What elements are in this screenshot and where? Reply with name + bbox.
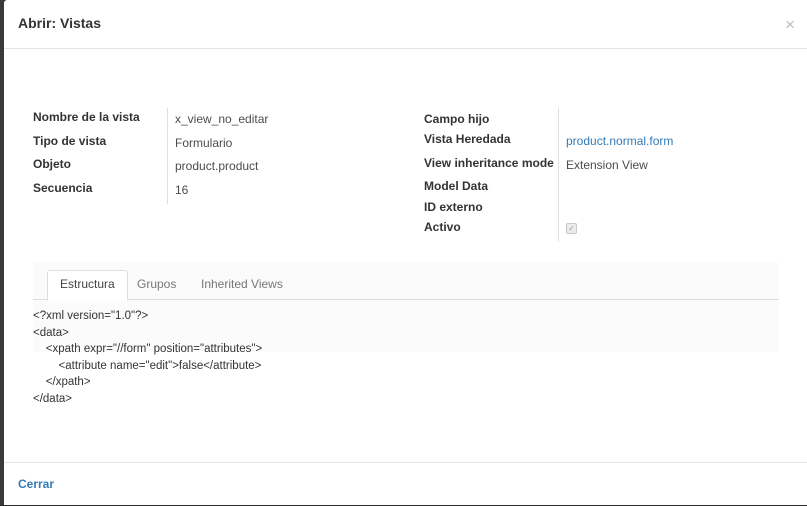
close-icon[interactable]: × bbox=[785, 16, 795, 34]
field-label-child-field: Campo hijo bbox=[424, 112, 490, 126]
field-value-inherited-view-link[interactable]: product.normal.form bbox=[566, 134, 673, 148]
tab-estructura[interactable]: Estructura bbox=[47, 270, 128, 301]
code-line: <?xml version="1.0"?> bbox=[33, 310, 149, 322]
arch-code-editor[interactable]: <?xml version="1.0"?> <data> <xpath expr… bbox=[33, 308, 262, 408]
close-button[interactable]: Cerrar bbox=[18, 477, 54, 491]
tabs-border bbox=[33, 299, 779, 300]
field-label-inherited-view: Vista Heredada bbox=[424, 132, 511, 146]
field-label-object: Objeto bbox=[33, 157, 71, 171]
code-line: <xpath expr="//form" position="attribute… bbox=[33, 343, 263, 356]
active-checkbox[interactable]: ✓ bbox=[566, 223, 577, 234]
field-separator-left bbox=[167, 108, 168, 204]
dialog-header: Abrir: Vistas × bbox=[4, 0, 807, 49]
field-label-sequence: Secuencia bbox=[33, 181, 93, 195]
dialog-footer: Cerrar bbox=[4, 462, 807, 506]
field-label-view-type: Tipo de vista bbox=[33, 134, 107, 148]
field-separator-right bbox=[558, 108, 559, 242]
tab-inherited-views[interactable]: Inherited Views bbox=[189, 270, 295, 299]
dialog: Abrir: Vistas × Nombre de la vista x_vie… bbox=[4, 0, 807, 505]
code-line: </data> bbox=[33, 392, 73, 405]
field-label-model-data: Model Data bbox=[424, 179, 489, 193]
field-label-inheritance-mode: View inheritance mode bbox=[424, 156, 554, 170]
field-label-external-id: ID externo bbox=[424, 200, 483, 214]
tab-grupos[interactable]: Grupos bbox=[125, 270, 188, 299]
field-value-sequence[interactable]: 16 bbox=[175, 183, 188, 197]
code-line: <attribute name="edit">false</attribute> bbox=[33, 359, 262, 372]
code-line: </xpath> bbox=[33, 376, 91, 389]
field-label-view-name: Nombre de la vista bbox=[33, 110, 140, 124]
field-value-view-name[interactable]: x_view_no_editar bbox=[175, 112, 268, 126]
field-value-inheritance-mode[interactable]: Extension View bbox=[566, 158, 648, 172]
field-label-active: Activo bbox=[424, 220, 461, 234]
field-value-object[interactable]: product.product bbox=[175, 159, 258, 173]
field-value-view-type[interactable]: Formulario bbox=[175, 136, 232, 150]
dialog-title: Abrir: Vistas bbox=[18, 15, 101, 31]
code-line: <data> bbox=[33, 326, 69, 339]
